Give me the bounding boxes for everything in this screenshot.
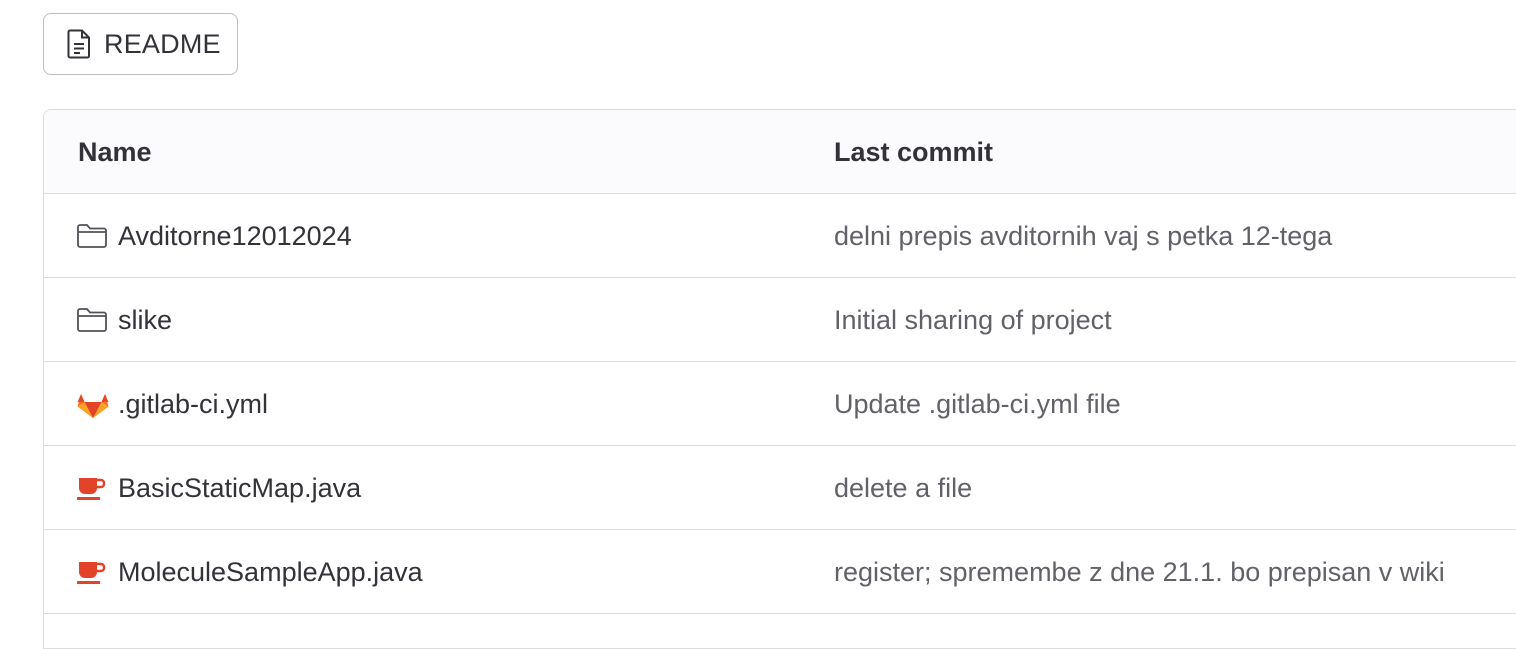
document-icon (66, 28, 92, 60)
last-commit-message[interactable]: Initial sharing of project (834, 278, 1112, 362)
last-commit-message[interactable]: Update .gitlab-ci.yml file (834, 362, 1121, 446)
column-header-last-commit: Last commit (834, 137, 994, 167)
file-name-link[interactable]: Avditorne12012024 (76, 194, 352, 278)
java-icon (76, 555, 110, 589)
table-row: slike Initial sharing of project (44, 278, 1516, 362)
folder-icon (76, 303, 110, 337)
folder-icon (76, 219, 110, 253)
last-commit-message[interactable]: delni prepis avditornih vaj s petka 12-t… (834, 194, 1332, 278)
readme-button-label: README (104, 28, 221, 59)
last-commit-message[interactable]: register; spremembe z dne 21.1. bo prepi… (834, 530, 1445, 614)
file-name-link[interactable]: BasicStaticMap.java (76, 446, 361, 530)
table-row: MoleculeSampleApp.java register; sprememb… (44, 530, 1516, 614)
table-row: BasicStaticMap.java delete a file (44, 446, 1516, 530)
readme-button[interactable]: README (43, 13, 238, 75)
last-commit-message[interactable]: delete a file (834, 446, 972, 530)
table-row: .gitlab-ci.yml Update .gitlab-ci.yml file (44, 362, 1516, 446)
file-name: Avditorne12012024 (118, 220, 352, 251)
column-header-name: Name (78, 137, 152, 167)
file-name: slike (118, 304, 173, 335)
java-icon (76, 471, 110, 505)
file-name-link[interactable]: slike (76, 278, 172, 362)
file-name: .gitlab-ci.yml (118, 388, 269, 419)
table-header: Name Last commit (44, 110, 1516, 194)
file-name-link[interactable]: .gitlab-ci.yml (76, 362, 268, 446)
file-name-link[interactable]: MoleculeSampleApp.java (76, 530, 423, 614)
file-tree-table: Name Last commit Avditorne12012024 delni … (43, 109, 1516, 649)
file-name: BasicStaticMap.java (118, 472, 362, 503)
table-row: Avditorne12012024 delni prepis avditornih… (44, 194, 1516, 278)
gitlab-icon (76, 387, 110, 421)
file-name: MoleculeSampleApp.java (118, 556, 423, 587)
